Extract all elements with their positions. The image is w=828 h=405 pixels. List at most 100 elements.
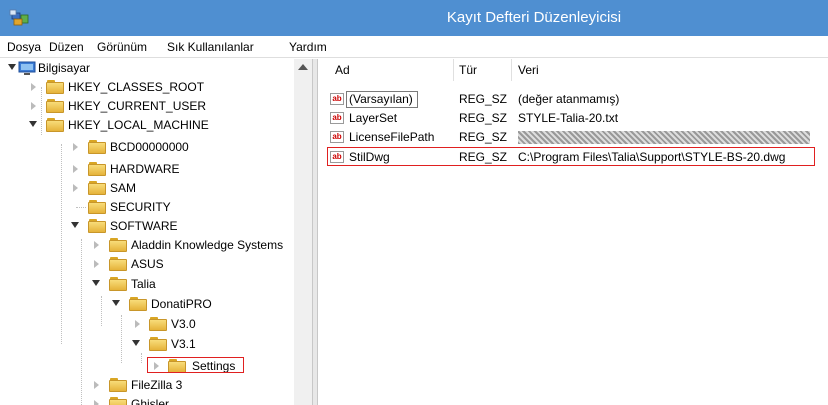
computer-icon [18, 61, 36, 75]
folder-icon [46, 99, 64, 113]
collapse-arrow-icon[interactable] [112, 300, 120, 306]
tree-item-filezilla[interactable]: FileZilla 3 [6, 376, 296, 395]
folder-icon [109, 378, 127, 392]
tree-item-software[interactable]: SOFTWARE [6, 217, 296, 236]
value-name: LicenseFilePath [349, 130, 435, 144]
menu-favorites[interactable]: Sık Kullanılanlar [167, 40, 254, 54]
tree-label-hardware: HARDWARE [110, 162, 180, 176]
folder-icon [46, 80, 64, 94]
folder-icon [88, 162, 106, 176]
tree-label-talia: Talia [131, 277, 156, 291]
column-separator[interactable] [453, 59, 454, 81]
expand-arrow-icon[interactable] [135, 320, 140, 328]
value-type: REG_SZ [459, 92, 508, 106]
tree-label-bcd: BCD00000000 [110, 140, 189, 154]
folder-icon [88, 140, 106, 154]
scroll-up-arrow-icon[interactable] [298, 64, 308, 70]
column-header-name[interactable]: Ad [335, 63, 350, 77]
values-list[interactable]: Ad Tür Veri ab (Varsayılan) REG_SZ (değe… [318, 59, 828, 405]
tree-label-hkcu: HKEY_CURRENT_USER [68, 99, 207, 113]
tree-label-filezilla: FileZilla 3 [131, 378, 183, 392]
tree-scrollbar[interactable] [294, 59, 312, 405]
tree-label-donatipro: DonatiPRO [151, 297, 212, 311]
expand-arrow-icon[interactable] [94, 381, 99, 389]
column-separator[interactable] [511, 59, 512, 81]
menu-bar: Dosya Düzen Görünüm Sık Kullanılanlar Ya… [0, 36, 828, 58]
folder-icon [109, 238, 127, 252]
folder-icon [149, 317, 167, 331]
folder-icon [109, 397, 127, 405]
tree-label-security: SECURITY [110, 200, 171, 214]
folder-icon [88, 200, 106, 214]
tree-item-hkcr[interactable]: HKEY_CLASSES_ROOT [6, 78, 296, 97]
tree-label-asus: ASUS [131, 257, 164, 271]
collapse-arrow-icon[interactable] [8, 64, 16, 70]
tree-label-software: SOFTWARE [110, 219, 178, 233]
tree-item-talia[interactable]: Talia [6, 275, 296, 294]
value-row[interactable]: ab LayerSet REG_SZ STYLE-Talia-20.txt [318, 109, 828, 128]
tree-label-aladdin: Aladdin Knowledge Systems [131, 238, 284, 252]
value-data: (değer atanmamış) [518, 92, 620, 106]
expand-arrow-icon[interactable] [73, 165, 78, 173]
expand-arrow-icon[interactable] [73, 143, 78, 151]
expand-arrow-icon[interactable] [94, 400, 99, 405]
registry-tree[interactable]: Bilgisayar HKEY_CLASSES_ROOT HKEY_CURREN… [6, 59, 312, 405]
expand-arrow-icon[interactable] [94, 241, 99, 249]
string-value-icon: ab [330, 93, 344, 105]
folder-open-icon [149, 337, 167, 351]
tree-item-v31[interactable]: V3.1 [6, 335, 296, 354]
folder-icon [109, 257, 127, 271]
value-name: (Varsayılan) [349, 92, 413, 106]
tree-item-asus[interactable]: ASUS [6, 255, 296, 274]
tree-item-security[interactable]: SECURITY [6, 198, 296, 217]
value-row[interactable]: ab (Varsayılan) REG_SZ (değer atanmamış) [318, 90, 828, 109]
folder-open-icon [109, 277, 127, 291]
folder-open-icon [46, 118, 64, 132]
stildwg-highlight-box [327, 147, 815, 166]
collapse-arrow-icon[interactable] [92, 280, 100, 286]
string-value-icon: ab [330, 112, 344, 124]
value-type: REG_SZ [459, 111, 508, 125]
tree-label-v31: V3.1 [171, 337, 196, 351]
collapse-arrow-icon[interactable] [71, 222, 79, 228]
expand-arrow-icon[interactable] [31, 83, 36, 91]
value-name: LayerSet [349, 111, 398, 125]
tree-item-ghisler[interactable]: Ghisler [6, 395, 296, 405]
tree-guide [76, 207, 86, 208]
tree-item-aladdin[interactable]: Aladdin Knowledge Systems [6, 236, 296, 255]
tree-item-hkcu[interactable]: HKEY_CURRENT_USER [6, 97, 296, 116]
expand-arrow-icon[interactable] [94, 260, 99, 268]
tree-item-v30[interactable]: V3.0 [6, 315, 296, 334]
tree-item-bcd[interactable]: BCD00000000 [6, 138, 296, 157]
tree-label-hkcr: HKEY_CLASSES_ROOT [68, 80, 205, 94]
folder-open-icon [88, 219, 106, 233]
menu-help[interactable]: Yardım [289, 40, 327, 54]
tree-item-donatipro[interactable]: DonatiPRO [6, 295, 296, 314]
tree-label-v30: V3.0 [171, 317, 196, 331]
folder-open-icon [129, 297, 147, 311]
collapse-arrow-icon[interactable] [132, 340, 140, 346]
tree-item-sam[interactable]: SAM [6, 179, 296, 198]
value-row[interactable]: ab LicenseFilePath REG_SZ [318, 128, 828, 147]
collapse-arrow-icon[interactable] [29, 121, 37, 127]
tree-item-hklm[interactable]: HKEY_LOCAL_MACHINE [6, 116, 296, 135]
menu-edit[interactable]: Düzen [49, 40, 84, 54]
tree-label-sam: SAM [110, 181, 137, 195]
tree-label-hklm: HKEY_LOCAL_MACHINE [68, 118, 209, 132]
tree-item-computer[interactable]: Bilgisayar [6, 59, 296, 78]
menu-view[interactable]: Görünüm [97, 40, 147, 54]
string-value-icon: ab [330, 131, 344, 143]
settings-highlight-box [147, 357, 244, 373]
tree-item-hardware[interactable]: HARDWARE [6, 160, 296, 179]
value-data: STYLE-Talia-20.txt [518, 111, 619, 125]
folder-icon [88, 181, 106, 195]
redacted-value-data [518, 131, 810, 144]
menu-file[interactable]: Dosya [7, 40, 41, 54]
window-title: Kayıt Defteri Düzenleyicisi [446, 9, 622, 26]
value-type: REG_SZ [459, 130, 508, 144]
column-header-data[interactable]: Veri [518, 63, 539, 77]
expand-arrow-icon[interactable] [31, 102, 36, 110]
tree-label-computer: Bilgisayar [38, 61, 91, 75]
expand-arrow-icon[interactable] [73, 184, 78, 192]
column-header-type[interactable]: Tür [459, 63, 477, 77]
